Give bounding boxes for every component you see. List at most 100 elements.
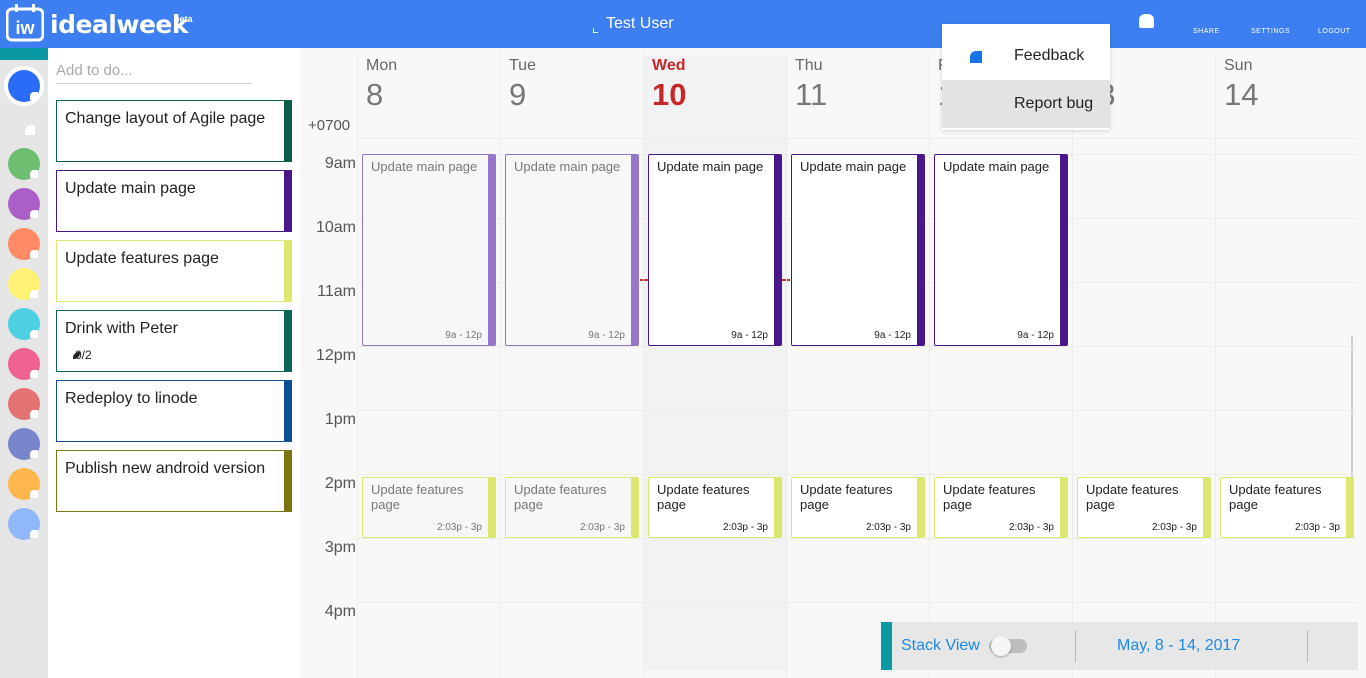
- event-title: Update features page: [943, 482, 1036, 512]
- stack-view-label: Stack View: [901, 637, 980, 654]
- event-time: 2:03p - 3p: [1151, 522, 1197, 533]
- report-bug-menu-item[interactable]: Report bug: [942, 80, 1110, 128]
- app-name[interactable]: idealweek: [50, 10, 189, 39]
- sidebar-accent-bar: [0, 48, 48, 60]
- stack-view-toggle-thumb[interactable]: [991, 636, 1011, 656]
- todo-card[interactable]: Change layout of Agile page: [56, 100, 292, 162]
- calendar-event[interactable]: Update features page 2:03p - 3p: [362, 477, 496, 538]
- subtask-count: 0/2: [73, 348, 92, 362]
- color-filter-badge-icon: [30, 290, 38, 298]
- calendar-event[interactable]: Update features page 2:03p - 3p: [1220, 477, 1354, 538]
- todo-panel: Change layout of Agile page Update main p…: [48, 48, 300, 678]
- calendar-event[interactable]: Update main page 9a - 12p: [362, 154, 496, 346]
- event-time: 9a - 12p: [874, 330, 911, 341]
- timezone-label: +0700: [308, 117, 351, 134]
- todo-title: Drink with Peter: [65, 320, 178, 337]
- day-number-tue: 9: [509, 77, 527, 112]
- day-number-wed: 10: [652, 77, 687, 112]
- todo-card[interactable]: Update features page: [56, 240, 292, 302]
- app-logo-icon[interactable]: iw: [6, 4, 44, 42]
- color-filter-5[interactable]: [8, 308, 40, 340]
- event-title: Update features page: [800, 482, 893, 512]
- beta-badge: beta: [174, 14, 193, 24]
- calendar-event[interactable]: Update features page 2:03p - 3p: [648, 477, 782, 538]
- hour-label: 4pm: [324, 603, 356, 620]
- svg-text:iw: iw: [15, 18, 35, 38]
- hour-label: 12pm: [315, 347, 356, 364]
- divider: [1075, 630, 1076, 662]
- hour-label: 11am: [317, 283, 356, 300]
- divider: [1307, 630, 1308, 662]
- color-filter-badge-icon: [30, 530, 38, 538]
- event-time: 2:03p - 3p: [436, 522, 482, 533]
- color-filter-selected[interactable]: [8, 70, 40, 102]
- notification-bell-icon[interactable]: [1139, 14, 1154, 28]
- todo-card[interactable]: Drink with Peter 0/2: [56, 310, 292, 372]
- color-filter-3[interactable]: [8, 228, 40, 260]
- day-number-sun: 14: [1224, 77, 1259, 112]
- color-filter-badge-icon: [30, 250, 38, 258]
- event-time: 2:03p - 3p: [722, 522, 768, 533]
- hour-line: [357, 538, 1358, 539]
- hour-label: 1pm: [324, 411, 356, 428]
- hour-line: [357, 410, 1358, 411]
- color-filter-10[interactable]: [8, 508, 40, 540]
- report-bug-label: Report bug: [1014, 95, 1094, 112]
- event-time: 9a - 12p: [731, 330, 768, 341]
- day-number-mon: 8: [366, 77, 384, 112]
- color-filter-1[interactable]: [8, 148, 40, 180]
- feedback-menu-item[interactable]: Feedback: [942, 32, 1110, 80]
- calendar-event[interactable]: Update features page 2:03p - 3p: [505, 477, 639, 538]
- logout-link[interactable]: LOGOUT: [1318, 28, 1351, 35]
- event-title: Update main page: [371, 159, 478, 174]
- day-column-divider: [357, 53, 358, 678]
- event-title: Update main page: [943, 159, 1050, 174]
- calendar-event[interactable]: Update main page 9a - 12p: [791, 154, 925, 346]
- color-filter-4[interactable]: [8, 268, 40, 300]
- week-date-range[interactable]: May, 8 - 14, 2017: [1117, 637, 1240, 655]
- event-title: Update features page: [657, 482, 750, 512]
- calendar-event[interactable]: Update features page 2:03p - 3p: [1077, 477, 1211, 538]
- todo-title: Update main page: [65, 180, 196, 197]
- event-time: 9a - 12p: [1017, 330, 1054, 341]
- color-filter-badge-icon: [30, 370, 38, 378]
- todo-card[interactable]: Redeploy to linode: [56, 380, 292, 442]
- hour-line: [357, 474, 1358, 475]
- user-menu-caret-icon[interactable]: [593, 28, 598, 33]
- day-column-divider: [786, 53, 787, 678]
- event-time: 9a - 12p: [588, 330, 625, 341]
- color-filter-8[interactable]: [8, 428, 40, 460]
- hour-label: 2pm: [324, 475, 356, 492]
- color-filter-badge-icon: [30, 170, 38, 178]
- today-column-highlight: [643, 56, 786, 670]
- todo-card[interactable]: Update main page: [56, 170, 292, 232]
- day-name-sun: Sun: [1224, 57, 1253, 74]
- hour-label: 9am: [324, 155, 356, 172]
- color-filter-badge-icon: [30, 490, 38, 498]
- calendar-event[interactable]: Update main page 9a - 12p: [648, 154, 782, 346]
- add-todo-input[interactable]: [56, 58, 252, 84]
- share-link[interactable]: SHARE: [1193, 28, 1220, 35]
- color-filter-2[interactable]: [8, 188, 40, 220]
- bar-accent: [881, 622, 892, 670]
- day-column-divider: [1072, 53, 1073, 678]
- event-title: Update features page: [371, 482, 464, 512]
- color-filter-badge-icon: [30, 210, 38, 218]
- day-column-divider: [929, 53, 930, 678]
- color-filter-badge-icon: [30, 450, 38, 458]
- color-filter-7[interactable]: [8, 388, 40, 420]
- todo-card[interactable]: Publish new android version: [56, 450, 292, 512]
- color-filter-9[interactable]: [8, 468, 40, 500]
- calendar-event[interactable]: Update main page 9a - 12p: [934, 154, 1068, 346]
- calendar-event[interactable]: Update features page 2:03p - 3p: [934, 477, 1068, 538]
- event-time: 2:03p - 3p: [1008, 522, 1054, 533]
- day-column-divider: [500, 53, 501, 678]
- user-name[interactable]: Test User: [606, 15, 674, 33]
- calendar-event[interactable]: Update features page 2:03p - 3p: [791, 477, 925, 538]
- settings-link[interactable]: SETTINGS: [1251, 28, 1290, 35]
- all-colors-icon[interactable]: [25, 125, 35, 135]
- todo-title: Update features page: [65, 250, 219, 267]
- week-calendar: +0700 Mon8Tue9Wed10Thu11Fri12Sat13Sun149…: [300, 48, 1366, 678]
- calendar-event[interactable]: Update main page 9a - 12p: [505, 154, 639, 346]
- color-filter-6[interactable]: [8, 348, 40, 380]
